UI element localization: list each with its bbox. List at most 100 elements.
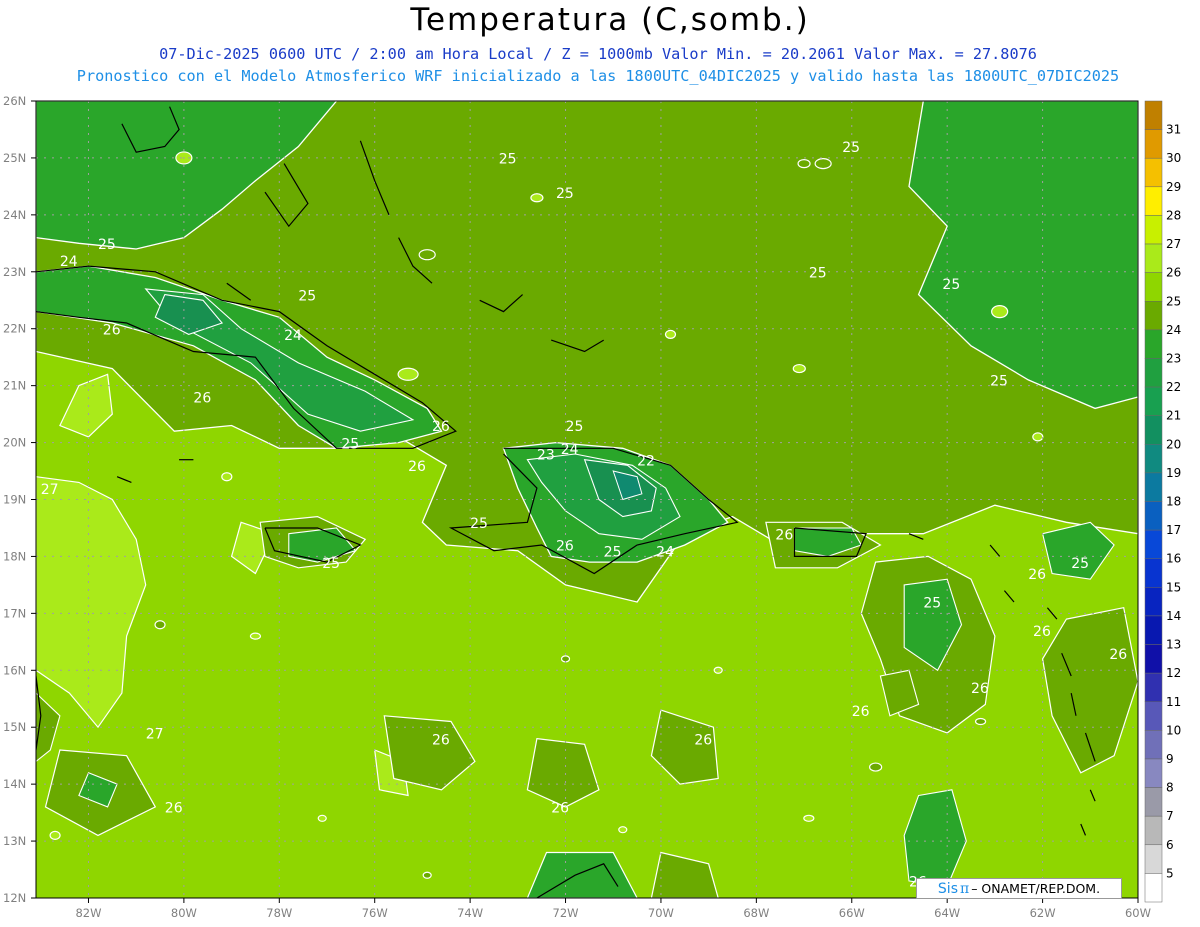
colorbar-swatch [1144,129,1163,159]
colorbar-swatch [1144,529,1163,559]
colorbar-label: 22 [1166,380,1181,394]
lat-label: 18N [3,549,26,563]
contour-bubble [991,305,1009,319]
lon-label: 70W [648,906,674,920]
contour-label: 26 [1033,624,1051,640]
contour-label: 25 [842,140,860,156]
contour-label: 26 [103,322,121,338]
contour-bubble [422,871,432,879]
contour-label: 26 [165,801,183,817]
contour-label: 24 [60,254,78,270]
lat-label: 15N [3,720,26,734]
colorbar-swatch [1144,329,1163,359]
lat-label: 20N [3,436,26,450]
lon-label: 64W [934,906,960,920]
colorbar-label: 6 [1166,838,1174,852]
lat-label: 22N [3,322,26,336]
contour-bubble [713,666,723,674]
lon-label: 66W [839,906,865,920]
lon-label: 80W [171,906,197,920]
contour-label: 26 [432,419,450,435]
contour-label: 27 [41,482,59,498]
contour-bubble [797,159,811,169]
lon-label: 78W [266,906,292,920]
contour-bubble [317,814,327,822]
lon-label: 72W [553,906,579,920]
lon-label: 62W [1030,906,1056,920]
lat-label: 21N [3,379,26,393]
colorbar-swatch [1144,100,1163,130]
colorbar-swatch [1144,844,1163,874]
contour-bubble [221,472,233,482]
contour-label: 25 [298,288,316,304]
colorbar: 31 30 29 28 27 26 25 24 23 22 21 20 19 18 17 16 15 14 13 12… [1144,100,1181,903]
contour-bubble [49,830,61,840]
colorbar-swatch [1144,701,1163,731]
colorbar-label: 17 [1166,523,1181,537]
contour-label: 25 [470,516,488,532]
colorbar-label: 12 [1166,666,1181,680]
colorbar-swatch [1144,472,1163,502]
contour-label: 25 [923,596,941,612]
colorbar-label: 30 [1166,151,1181,165]
colorbar-label: 14 [1166,609,1181,623]
contour-label: 26 [1028,567,1046,583]
credit-box: Sis π – ONAMET/REP.DOM. [916,878,1122,899]
colorbar-swatch [1144,587,1163,617]
contour-label: 25 [499,152,517,168]
field-layer: 25 25 25 25 24 25 25 25 26 24 25 26 26 25 25 24 23 22 26 27… [36,101,1138,898]
contour-bubble [397,367,419,381]
colorbar-swatch [1144,501,1163,531]
colorbar-label: 5 [1166,866,1174,880]
contour-label: 25 [942,277,960,293]
lat-label: 13N [3,834,26,848]
colorbar-label: 13 [1166,638,1181,652]
colorbar-swatch [1144,243,1163,273]
lon-label: 74W [457,906,483,920]
colorbar-label: 29 [1166,180,1181,194]
contour-bubble [792,363,806,374]
colorbar-swatch [1144,730,1163,760]
contour-label: 27 [146,727,164,743]
credit-text: – ONAMET/REP.DOM. [971,881,1101,896]
temperature-map: 25 25 25 25 24 25 25 25 26 24 25 26 26 25 25 24 23 22 26 27… [3,94,1181,920]
lat-label: 24N [3,208,26,222]
contour-bubble [664,329,677,340]
contour-label: 26 [971,681,989,697]
contour-label: 26 [408,459,426,475]
pi-icon: π [960,880,970,897]
lon-label: 76W [362,906,388,920]
contour-bubble [154,620,166,630]
contour-bubble [618,826,628,834]
colorbar-swatch [1144,672,1163,703]
colorbar-label: 11 [1166,695,1181,709]
contour-bubble [249,632,262,640]
contour-label: 26 [775,527,793,543]
colorbar-label: 18 [1166,495,1181,509]
contour-label: 26 [551,801,569,817]
colorbar-swatch [1144,272,1163,302]
contour-label: 25 [1071,556,1089,572]
contour-label: 24 [561,442,579,458]
credit-brand: Sis [937,880,958,897]
contour-label: 25 [341,436,359,452]
contour-label: 25 [990,374,1008,390]
contour-bubble [418,249,436,261]
colorbar-swatch [1144,758,1163,788]
contour-label: 26 [556,539,574,555]
lat-label: 26N [3,94,26,108]
contour-label: 22 [637,453,655,469]
colorbar-swatch [1144,386,1163,416]
colorbar-swatch [1144,787,1163,817]
colorbar-swatch [1144,615,1163,645]
colorbar-swatch [1144,873,1163,903]
colorbar-label: 31 [1166,123,1181,137]
contour-label: 25 [98,237,116,253]
colorbar-label: 21 [1166,409,1181,423]
lat-label: 19N [3,493,26,507]
contour-bubble [1032,432,1044,442]
colorbar-label: 7 [1166,809,1174,823]
colorbar-swatch [1144,444,1163,474]
lon-label: 82W [75,906,101,920]
colorbar-swatch [1144,301,1163,331]
